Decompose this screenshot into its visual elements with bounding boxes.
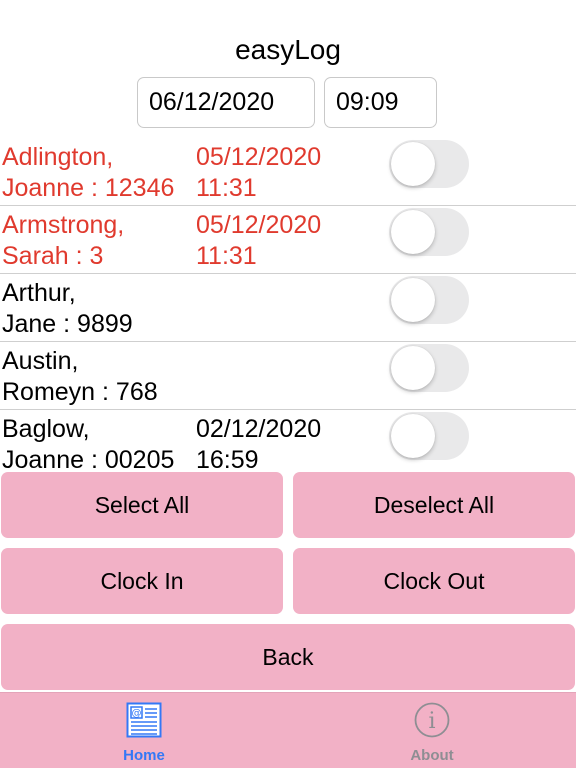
info-circle-icon: i [414,702,450,738]
clock-out-button[interactable]: Clock Out [293,548,575,614]
select-all-button[interactable]: Select All [1,472,283,538]
last-clock-time: 02/12/2020 16:59 [196,415,322,470]
tab-home[interactable]: @ Home [0,693,288,768]
select-toggle[interactable] [389,276,469,324]
clock-in-button[interactable]: Clock In [1,548,283,614]
person-name: Arthur, Jane : 9899 [2,279,133,338]
back-button[interactable]: Back [1,624,575,690]
svg-text:i: i [428,709,435,734]
time-field[interactable]: 09:09 [324,77,437,128]
people-list[interactable]: Adlington, Joanne : 12346 05/12/2020 11:… [0,138,576,470]
clock-out-label: Clock Out [383,568,485,594]
select-toggle[interactable] [389,344,469,392]
select-toggle[interactable] [389,140,469,188]
deselect-all-label: Deselect All [373,492,495,518]
select-toggle[interactable] [389,208,469,256]
last-clock-time: 05/12/2020 11:31 [196,143,322,202]
toggle-knob [391,414,435,458]
person-name: Adlington, Joanne : 12346 [2,143,175,202]
list-item[interactable]: Armstrong, Sarah : 3 05/12/2020 11:31 [0,206,576,274]
svg-text:@: @ [132,708,142,719]
tab-about[interactable]: i About [288,693,576,768]
list-item[interactable]: Austin, Romeyn : 768 [0,342,576,410]
app-title: easyLog [235,34,341,65]
last-clock-time: 05/12/2020 11:31 [196,211,322,270]
list-item[interactable]: Arthur, Jane : 9899 [0,274,576,342]
clock-in-label: Clock In [100,568,184,594]
person-name: Baglow, Joanne : 00205 [2,415,175,470]
select-toggle[interactable] [389,412,469,460]
home-news-icon: @ [126,702,162,738]
select-all-label: Select All [94,492,190,518]
date-field[interactable]: 06/12/2020 [137,77,315,128]
toggle-knob [391,346,435,390]
toggle-knob [391,210,435,254]
person-name: Austin, Romeyn : 768 [2,347,158,406]
list-item[interactable]: Baglow, Joanne : 00205 02/12/2020 16:59 [0,410,576,470]
list-item[interactable]: Adlington, Joanne : 12346 05/12/2020 11:… [0,138,576,206]
person-name: Armstrong, Sarah : 3 [2,211,125,270]
tab-home-label: Home [123,747,165,764]
tab-about-label: About [410,747,454,764]
deselect-all-button[interactable]: Deselect All [293,472,575,538]
toggle-knob [391,278,435,322]
easylog-screen: easyLog 06/12/2020 09:09 Adlington, Joan… [0,0,576,768]
back-label: Back [262,644,314,670]
tab-bar: @ Home i About [0,692,576,768]
toggle-knob [391,142,435,186]
